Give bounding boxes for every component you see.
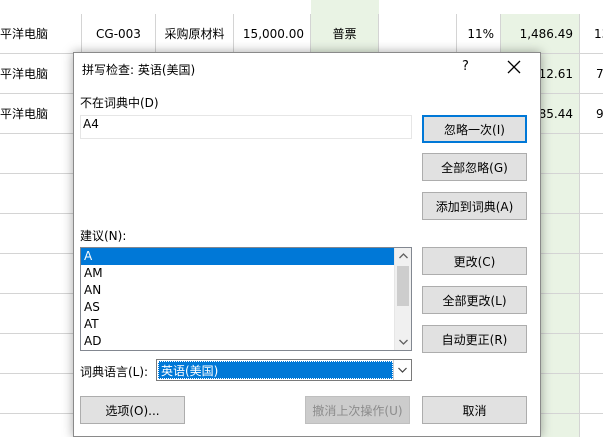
cell[interactable]: 11%: [457, 14, 501, 53]
scroll-down-icon[interactable]: [395, 334, 411, 350]
add-to-dictionary-button[interactable]: 添加到词典(A): [422, 192, 527, 220]
dictionary-language-label: 词典语言(L):: [80, 365, 149, 379]
help-button[interactable]: ?: [462, 59, 469, 74]
list-item[interactable]: A: [81, 248, 394, 265]
chevron-down-icon[interactable]: [393, 360, 411, 380]
cell[interactable]: 9: [580, 94, 603, 133]
not-in-dictionary-field[interactable]: A4: [80, 115, 412, 139]
close-button[interactable]: [504, 57, 524, 77]
cell[interactable]: 普票: [311, 14, 379, 53]
cell[interactable]: [379, 14, 457, 53]
spell-check-dialog: 拼写检查: 英语(美国) ? 不在词典中(D) A4 忽略一次(I) 全部忽略(…: [73, 52, 541, 437]
cell[interactable]: 7: [580, 54, 603, 93]
list-item[interactable]: AD: [81, 333, 394, 350]
cell[interactable]: 采购原材料: [156, 14, 234, 53]
dictionary-language-select[interactable]: 英语(美国): [156, 359, 412, 381]
not-in-dictionary-label: 不在词典中(D): [80, 96, 159, 110]
table-row: 平洋电脑 CG-003 采购原材料 15,000.00 普票 11% 1,486…: [0, 14, 603, 54]
ignore-once-button[interactable]: 忽略一次(I): [422, 115, 527, 143]
dictionary-language-value: 英语(美国): [158, 361, 393, 379]
cell[interactable]: 13: [580, 14, 603, 53]
list-item[interactable]: AN: [81, 282, 394, 299]
options-button[interactable]: 选项(O)...: [80, 396, 185, 424]
change-all-button[interactable]: 全部更改(L): [422, 286, 527, 314]
cell[interactable]: 平洋电脑: [0, 94, 82, 133]
header-highlight: [311, 0, 379, 14]
cell[interactable]: CG-003: [82, 14, 156, 53]
close-icon: [507, 60, 521, 74]
ignore-all-button[interactable]: 全部忽略(G): [422, 153, 527, 181]
autocorrect-button[interactable]: 自动更正(R): [422, 325, 527, 353]
list-item[interactable]: AS: [81, 299, 394, 316]
suggestions-scrollbar[interactable]: [394, 248, 411, 350]
dialog-title: 拼写检查: 英语(美国): [82, 63, 196, 77]
cell[interactable]: 平洋电脑: [0, 14, 82, 53]
cell[interactable]: 平洋电脑: [0, 54, 82, 93]
suggestions-label: 建议(N):: [80, 229, 127, 243]
cell[interactable]: 1,486.49: [501, 14, 580, 53]
suggestions-list[interactable]: A AM AN AS AT AD: [80, 247, 412, 351]
list-item[interactable]: AM: [81, 265, 394, 282]
scroll-thumb[interactable]: [397, 266, 409, 306]
change-button[interactable]: 更改(C): [422, 247, 527, 275]
cell[interactable]: 15,000.00: [234, 14, 311, 53]
cancel-button[interactable]: 取消: [422, 396, 527, 424]
undo-last-button[interactable]: 撤消上次操作(U): [305, 396, 410, 424]
list-item[interactable]: AT: [81, 316, 394, 333]
scroll-up-icon[interactable]: [395, 248, 411, 264]
